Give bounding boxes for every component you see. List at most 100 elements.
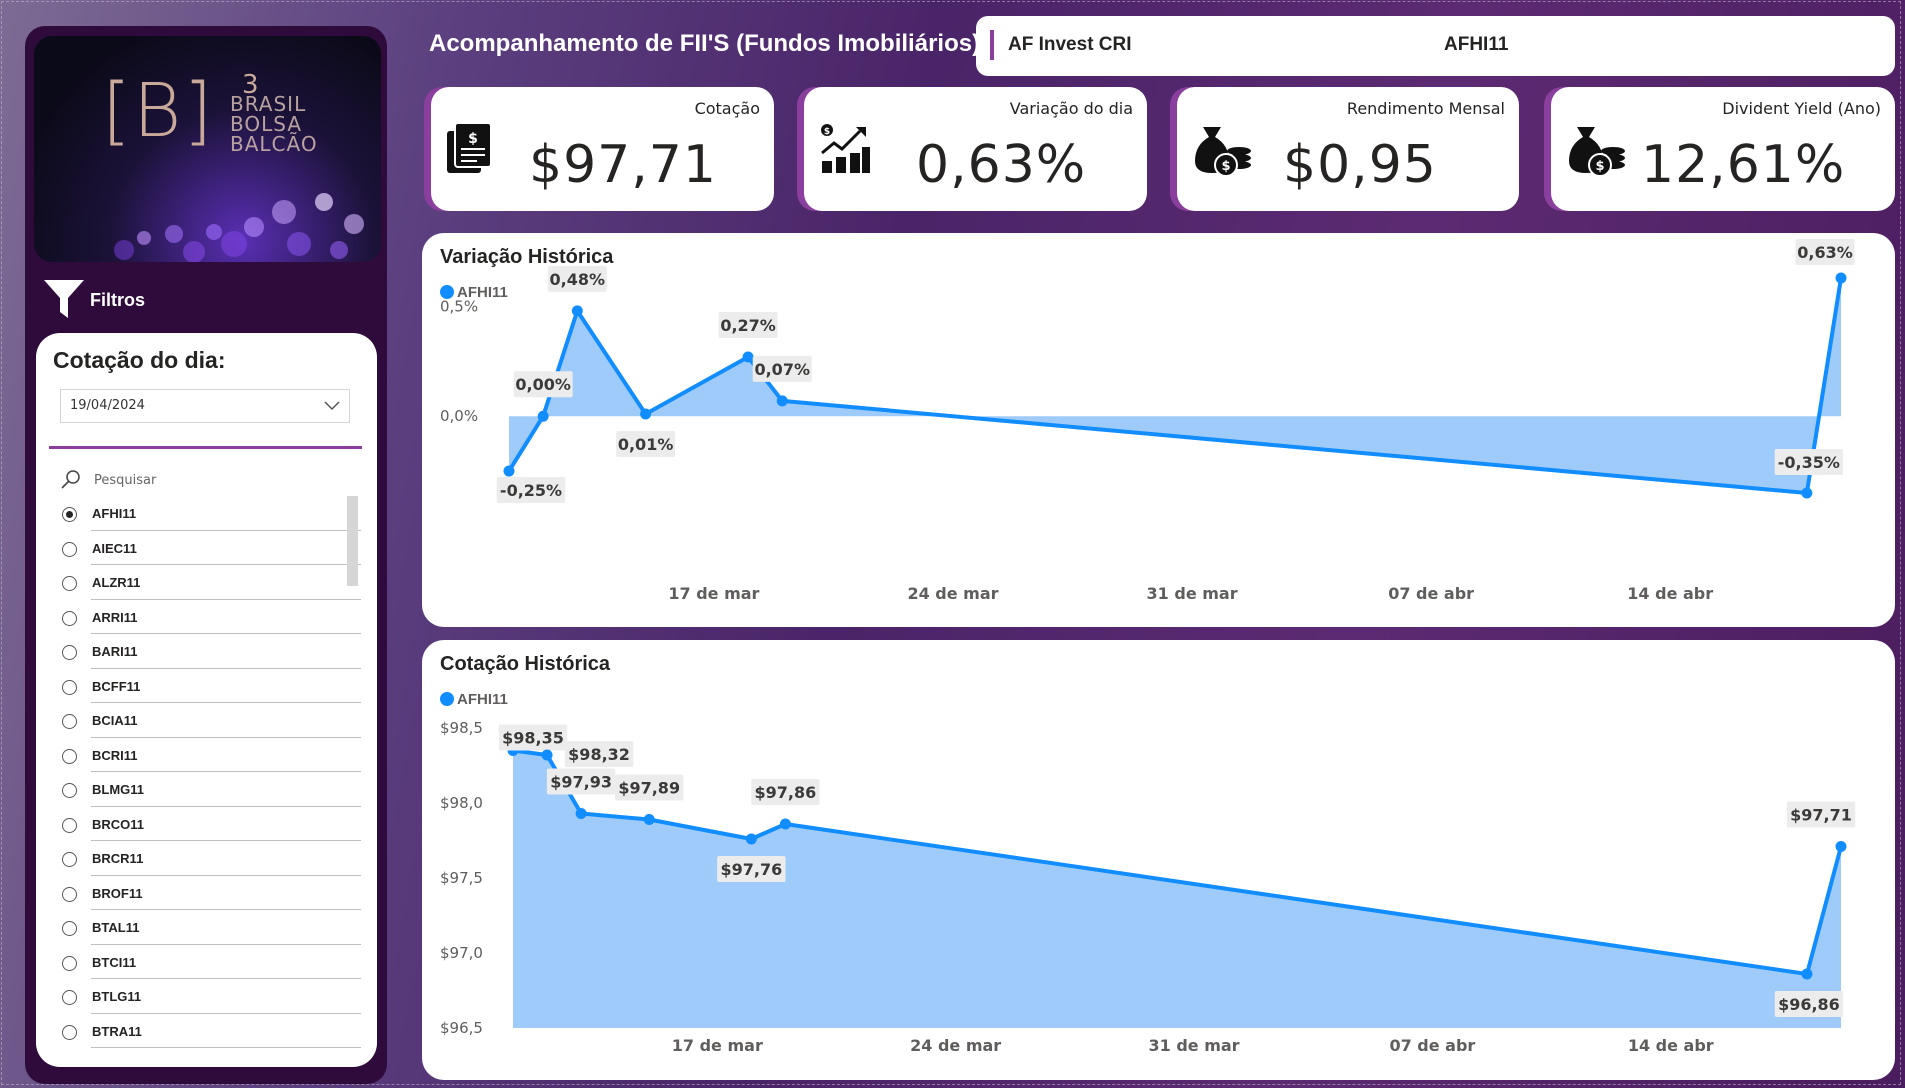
radio-button[interactable] <box>62 817 77 833</box>
ticker-item[interactable]: BRCO11 <box>62 807 361 841</box>
y-tick-label: $97,5 <box>440 869 483 887</box>
data-point <box>1835 841 1847 852</box>
filter-panel: Cotação do dia: 19/04/2024 Pesquisar AFH… <box>36 333 377 1067</box>
ticker-item[interactable]: AIEC11 <box>62 531 361 565</box>
logo-text: BRASIL BOLSA BALCÃO <box>230 92 318 156</box>
ticker-item[interactable]: ALZR11 <box>62 565 361 600</box>
ticker-item[interactable]: BRCR11 <box>62 841 361 876</box>
data-point <box>1801 968 1813 980</box>
ticker-label: BTRA11 <box>92 1023 142 1039</box>
ticker-item[interactable]: BARI11 <box>62 634 361 669</box>
chart-card-variacao: Variação Histórica AFHI11 0,0% 0,5% 17 de … <box>422 233 1895 627</box>
ticker-label: ALZR11 <box>92 575 141 590</box>
ticker-item[interactable]: BROF11 <box>62 876 361 910</box>
filters-label: Filtros <box>90 290 146 310</box>
filter-icon <box>44 280 84 318</box>
ticker-label: BTAL11 <box>92 920 140 935</box>
radio-button[interactable] <box>62 886 77 902</box>
ticker-item[interactable]: BCIA11 <box>62 703 361 738</box>
x-tick-label: 24 de mar <box>910 1036 1001 1055</box>
date-dropdown[interactable]: 19/04/2024 <box>60 389 350 423</box>
kpi-value: 0,63% <box>916 135 1087 195</box>
radio-button[interactable] <box>62 541 77 557</box>
ticker-item[interactable]: BCFF11 <box>62 669 361 703</box>
panel-title: Cotação do dia: <box>53 347 226 373</box>
data-label: 0,48% <box>550 270 606 289</box>
ticker-label: BCFF11 <box>92 678 141 694</box>
x-tick-label: 14 de abr <box>1628 1036 1714 1055</box>
b3-logo: [B] 3 BRASIL BOLSA BALCÃO <box>34 36 381 262</box>
data-label: -0,25% <box>500 481 562 500</box>
data-point <box>537 410 549 422</box>
ticker-item[interactable]: BLMG11 <box>62 772 361 807</box>
radio-button[interactable] <box>62 645 77 660</box>
radio-button[interactable] <box>62 921 77 936</box>
y-tick-label: $98,5 <box>440 719 483 737</box>
search-input[interactable]: Pesquisar <box>60 469 360 491</box>
ticker-item[interactable]: BTCI11 <box>62 945 361 979</box>
data-label: $97,76 <box>720 860 782 879</box>
search-placeholder: Pesquisar <box>94 473 157 488</box>
data-point <box>1835 272 1847 284</box>
radio-button[interactable] <box>62 507 77 522</box>
fund-code: AFHI11 <box>1444 34 1509 55</box>
ticker-item[interactable]: BTLG11 <box>62 979 361 1014</box>
radio-button[interactable] <box>62 748 77 764</box>
data-point <box>779 818 791 830</box>
chart-card-cotacao: Cotação Histórica AFHI11 $96,5 $97,0 $97,5… <box>422 640 1895 1080</box>
radio-button[interactable] <box>62 955 77 971</box>
ticker-label: ARRI11 <box>92 609 138 625</box>
data-label: 0,07% <box>754 360 810 379</box>
data-label: $97,71 <box>1790 806 1852 825</box>
data-point <box>503 465 515 477</box>
kpi-label: Variação do dia <box>1009 99 1133 118</box>
y-tick-label: $96,5 <box>440 1019 483 1037</box>
cotacao-chart[interactable]: $96,5 $97,0 $97,5 $98,0 $98,5 17 de mar 24 de … <box>422 640 1895 1080</box>
radio-button[interactable] <box>62 783 77 798</box>
date-value: 19/04/2024 <box>70 398 145 413</box>
ticker-item[interactable]: BTRA11 <box>62 1014 361 1048</box>
data-label: 0,00% <box>515 375 571 394</box>
svg-text:$: $ <box>824 127 830 137</box>
ticker-label: BRCO11 <box>92 816 145 832</box>
radio-button[interactable] <box>62 1024 77 1040</box>
kpi-label: Divident Yield (Ano) <box>1722 99 1881 118</box>
variacao-chart[interactable]: 0,0% 0,5% 17 de mar 24 de mar 31 de mar 07 de… <box>422 233 1895 627</box>
ticker-item[interactable]: BCRI11 <box>62 738 361 772</box>
ticker-label: BTLG11 <box>92 989 142 1004</box>
ticker-item[interactable]: ARRI11 <box>62 600 361 634</box>
accent-bar <box>990 30 994 60</box>
kpi-card-rendimento: $ Rendimento Mensal $0,95 <box>1177 87 1519 211</box>
money-bag-icon: $ <box>1195 127 1251 177</box>
data-label: $97,93 <box>550 773 612 792</box>
radio-button[interactable] <box>62 610 77 626</box>
svg-text:$: $ <box>1221 159 1230 174</box>
money-bag-icon: $ <box>1569 127 1625 177</box>
ticker-label: AIEC11 <box>92 540 137 556</box>
ticker-label: BTCI11 <box>92 954 137 970</box>
data-label: $98,32 <box>568 745 630 764</box>
radio-button[interactable] <box>62 852 77 867</box>
ticker-item[interactable]: AFHI11 <box>62 496 361 531</box>
data-point <box>776 395 788 407</box>
data-point <box>541 749 553 761</box>
ticker-item[interactable]: BTAL11 <box>62 910 361 945</box>
scrollbar[interactable] <box>347 496 358 586</box>
radio-button[interactable] <box>62 990 77 1005</box>
kpi-value: $0,95 <box>1283 135 1437 195</box>
growth-chart-icon: $ <box>821 124 870 173</box>
radio-button[interactable] <box>62 714 77 729</box>
data-point <box>640 408 652 420</box>
ticker-label: BROF11 <box>92 885 143 901</box>
radio-button[interactable] <box>62 679 77 695</box>
kpi-card-cotacao: $ Cotação $97,71 <box>431 87 774 211</box>
radio-button[interactable] <box>62 576 77 591</box>
fund-name: AF Invest CRI <box>1008 34 1132 55</box>
kpi-value: 12,61% <box>1641 135 1846 195</box>
ticker-label: BLMG11 <box>92 782 145 797</box>
bokeh-decoration <box>114 193 364 262</box>
divider <box>49 446 362 449</box>
document-dollar-icon: $ <box>447 123 492 173</box>
data-label: $98,35 <box>502 729 564 748</box>
y-tick-label: 0,0% <box>440 407 478 425</box>
